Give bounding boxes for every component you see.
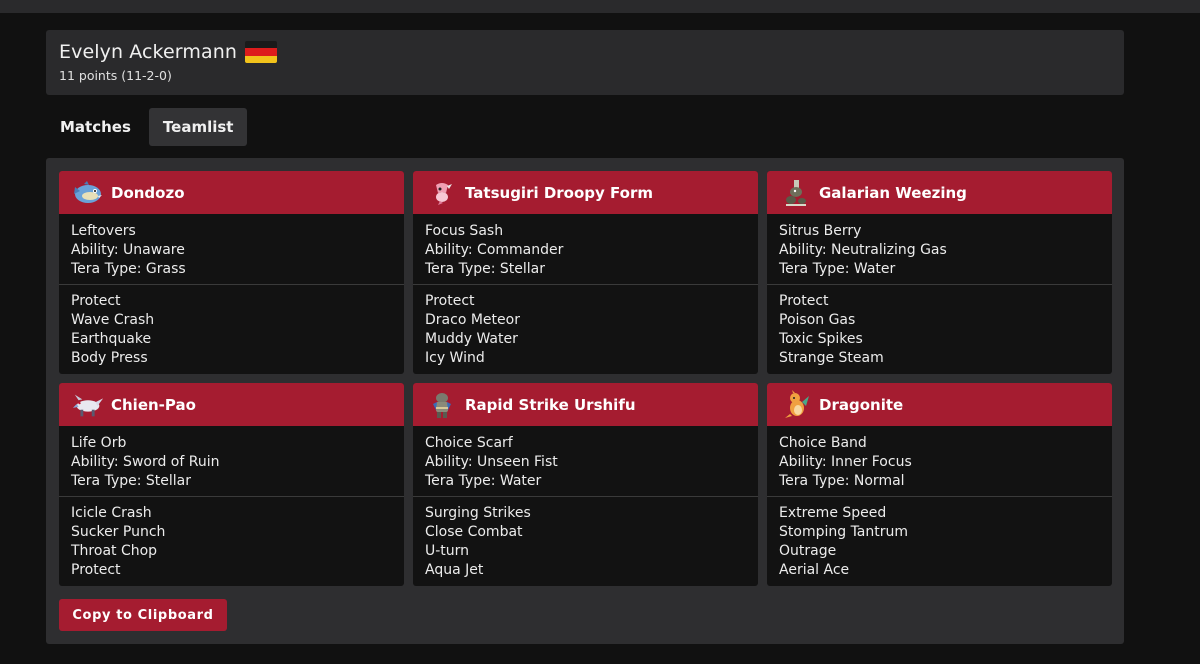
- moves-list: Protect Poison Gas Toxic Spikes Strange …: [767, 285, 1112, 374]
- ability: Ability: Unaware: [71, 242, 185, 258]
- pokemon-card-header: Dondozo: [59, 171, 404, 214]
- top-bar: [0, 0, 1200, 13]
- move: Stomping Tantrum: [779, 524, 909, 540]
- copy-to-clipboard-button[interactable]: Copy to Clipboard: [59, 599, 227, 631]
- teamlist-panel: Dondozo Leftovers Ability: Unaware Tera …: [46, 158, 1124, 644]
- move: Extreme Speed: [779, 505, 887, 521]
- player-header: Evelyn Ackermann 11 points (11-2-0): [46, 30, 1124, 95]
- moves-list: Extreme Speed Stomping Tantrum Outrage A…: [767, 497, 1112, 586]
- held-item: Sitrus Berry: [779, 223, 862, 239]
- pokemon-name: Chien-Pao: [111, 395, 196, 414]
- move: Aerial Ace: [779, 562, 850, 578]
- pokemon-name: Tatsugiri Droopy Form: [465, 183, 654, 202]
- pokemon-name: Dondozo: [111, 183, 185, 202]
- pokemon-card-dondozo: Dondozo Leftovers Ability: Unaware Tera …: [59, 171, 404, 374]
- move: Strange Steam: [779, 350, 884, 366]
- pokemon-details: Leftovers Ability: Unaware Tera Type: Gr…: [59, 214, 404, 285]
- pokemon-details: Life Orb Ability: Sword of Ruin Tera Typ…: [59, 426, 404, 497]
- germany-flag-icon: [244, 41, 277, 63]
- team-grid: Dondozo Leftovers Ability: Unaware Tera …: [59, 171, 1112, 586]
- move: Protect: [779, 293, 829, 309]
- move: Toxic Spikes: [779, 331, 863, 347]
- pokemon-card-header: Dragonite: [767, 383, 1112, 426]
- pokemon-card-tatsugiri: Tatsugiri Droopy Form Focus Sash Ability…: [413, 171, 758, 374]
- move: Poison Gas: [779, 312, 856, 328]
- ability: Ability: Sword of Ruin: [71, 454, 220, 470]
- ability: Ability: Unseen Fist: [425, 454, 558, 470]
- moves-list: Protect Wave Crash Earthquake Body Press: [59, 285, 404, 374]
- move: Aqua Jet: [425, 562, 484, 578]
- pokemon-card-urshifu: Rapid Strike Urshifu Choice Scarf Abilit…: [413, 383, 758, 586]
- pokemon-details: Sitrus Berry Ability: Neutralizing Gas T…: [767, 214, 1112, 285]
- move: Draco Meteor: [425, 312, 520, 328]
- pokemon-card-header: Galarian Weezing: [767, 171, 1112, 214]
- tera-type: Tera Type: Water: [425, 473, 542, 489]
- pokemon-card-galarian-weezing: Galarian Weezing Sitrus Berry Ability: N…: [767, 171, 1112, 374]
- pokemon-details: Focus Sash Ability: Commander Tera Type:…: [413, 214, 758, 285]
- pokemon-name: Dragonite: [819, 395, 904, 414]
- move: Close Combat: [425, 524, 523, 540]
- tera-type: Tera Type: Stellar: [71, 473, 191, 489]
- move: Body Press: [71, 350, 148, 366]
- dragonite-sprite-icon: [779, 389, 813, 420]
- move: Outrage: [779, 543, 837, 559]
- urshifu-sprite-icon: [425, 390, 459, 420]
- pokemon-card-header: Chien-Pao: [59, 383, 404, 426]
- pokemon-card-dragonite: Dragonite Choice Band Ability: Inner Foc…: [767, 383, 1112, 586]
- move: Wave Crash: [71, 312, 155, 328]
- tera-type: Tera Type: Stellar: [425, 261, 545, 277]
- ability: Ability: Commander: [425, 242, 564, 258]
- pokemon-card-header: Tatsugiri Droopy Form: [413, 171, 758, 214]
- pokemon-name: Rapid Strike Urshifu: [465, 395, 636, 414]
- player-points: 11 points (11-2-0): [59, 68, 172, 83]
- tera-type: Tera Type: Grass: [71, 261, 186, 277]
- tatsugiri-sprite-icon: [425, 178, 459, 208]
- dondozo-sprite-icon: [71, 178, 105, 208]
- pokemon-card-chien-pao: Chien-Pao Life Orb Ability: Sword of Rui…: [59, 383, 404, 586]
- move: Protect: [71, 562, 121, 578]
- pokemon-name: Galarian Weezing: [819, 183, 967, 202]
- ability: Ability: Neutralizing Gas: [779, 242, 947, 258]
- move: Icy Wind: [425, 350, 485, 366]
- move: Icicle Crash: [71, 505, 152, 521]
- pokemon-card-header: Rapid Strike Urshifu: [413, 383, 758, 426]
- move: Protect: [425, 293, 475, 309]
- held-item: Focus Sash: [425, 223, 504, 239]
- tera-type: Tera Type: Water: [779, 261, 896, 277]
- held-item: Choice Scarf: [425, 435, 513, 451]
- moves-list: Icicle Crash Sucker Punch Throat Chop Pr…: [59, 497, 404, 586]
- move: Surging Strikes: [425, 505, 531, 521]
- tab-teamlist[interactable]: Teamlist: [148, 108, 248, 146]
- move: Muddy Water: [425, 331, 518, 347]
- move: Sucker Punch: [71, 524, 166, 540]
- moves-list: Protect Draco Meteor Muddy Water Icy Win…: [413, 285, 758, 374]
- chien-pao-sprite-icon: [71, 390, 105, 420]
- held-item: Leftovers: [71, 223, 136, 239]
- move: Throat Chop: [71, 543, 158, 559]
- player-name: Evelyn Ackermann: [59, 41, 237, 63]
- tab-bar: Matches Teamlist: [46, 108, 248, 146]
- tera-type: Tera Type: Normal: [779, 473, 905, 489]
- ability: Ability: Inner Focus: [779, 454, 912, 470]
- moves-list: Surging Strikes Close Combat U-turn Aqua…: [413, 497, 758, 586]
- pokemon-details: Choice Scarf Ability: Unseen Fist Tera T…: [413, 426, 758, 497]
- held-item: Life Orb: [71, 435, 127, 451]
- move: Protect: [71, 293, 121, 309]
- move: Earthquake: [71, 331, 152, 347]
- galarian-weezing-sprite-icon: [779, 178, 813, 208]
- move: U-turn: [425, 543, 470, 559]
- tab-matches[interactable]: Matches: [46, 108, 145, 146]
- held-item: Choice Band: [779, 435, 867, 451]
- pokemon-details: Choice Band Ability: Inner Focus Tera Ty…: [767, 426, 1112, 497]
